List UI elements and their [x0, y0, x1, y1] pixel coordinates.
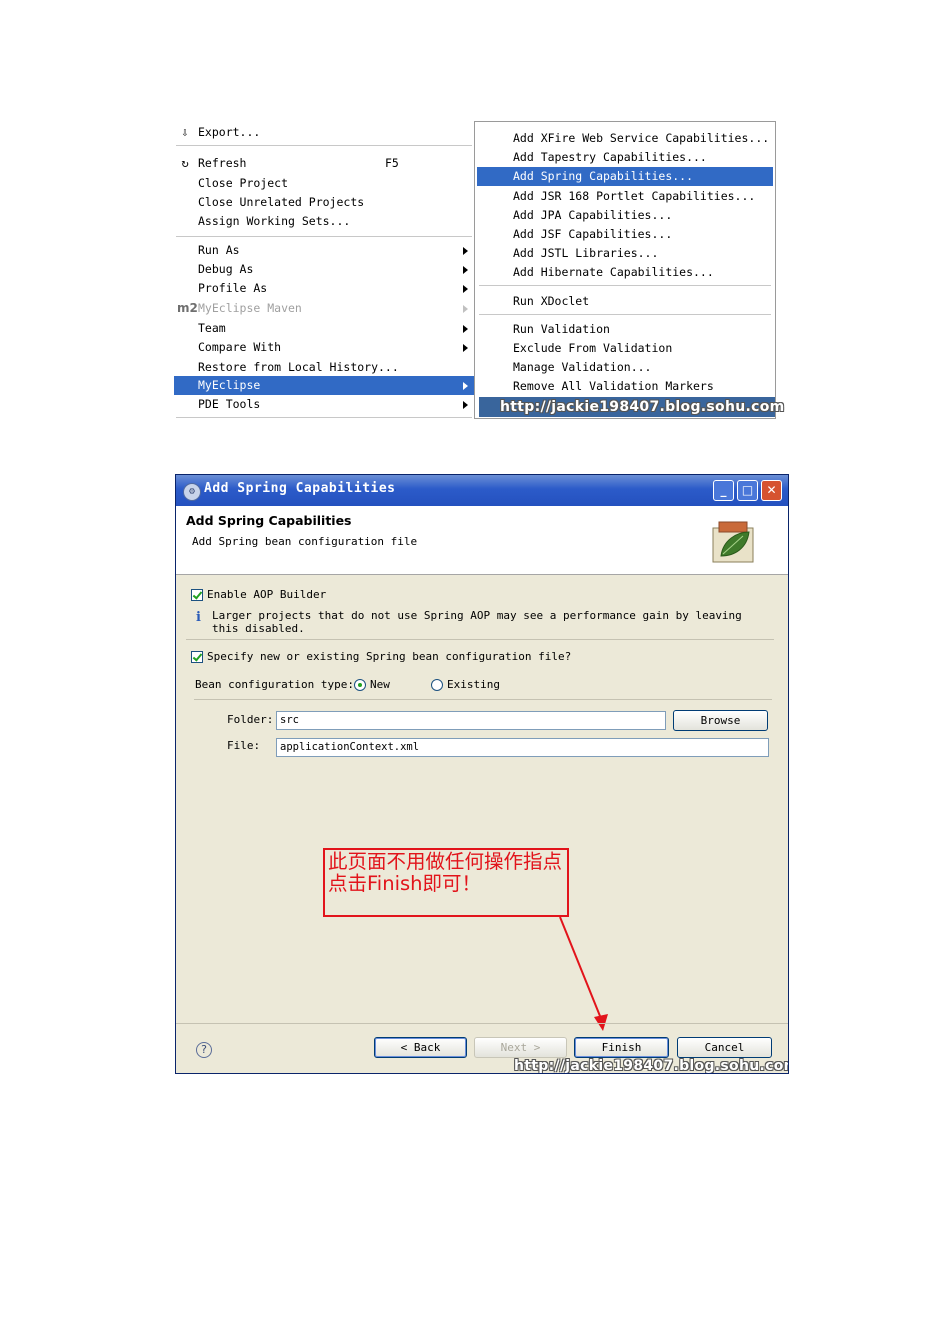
menu-item-debug-as[interactable]: Debug As: [174, 260, 474, 279]
myeclipse-submenu: Add XFire Web Service Capabilities... Ad…: [474, 121, 776, 419]
enable-aop-label: Enable AOP Builder: [207, 588, 327, 601]
menu-separator: [479, 314, 771, 315]
maven-icon: m2: [177, 301, 198, 315]
dialog-titlebar[interactable]: ⚙ Add Spring Capabilities _ □ ✕: [176, 475, 788, 506]
menu-item-close-project[interactable]: Close Project: [174, 174, 474, 193]
enable-aop-checkbox[interactable]: [191, 589, 203, 601]
menu-separator: [479, 285, 771, 286]
export-icon: ⇩: [181, 125, 189, 139]
menu-item-profile-as[interactable]: Profile As: [174, 279, 474, 298]
menu-separator: [176, 417, 472, 418]
specify-config-checkbox[interactable]: [191, 651, 203, 663]
add-spring-capabilities-dialog: ⚙ Add Spring Capabilities _ □ ✕ Add Spri…: [175, 474, 789, 1074]
context-menu-screenshot: ⇩ Export... ↻ Refresh F5 Close Project C…: [174, 121, 784, 421]
menu-item-restore-history[interactable]: Restore from Local History...: [174, 358, 474, 377]
watermark-text: http://jackie198407.blog.sohu.com: [500, 399, 785, 415]
submenu-item-add-jpa[interactable]: Add JPA Capabilities...: [477, 206, 773, 225]
submenu-item-add-spring[interactable]: Add Spring Capabilities...: [477, 167, 773, 186]
wizard-page-description: Add Spring bean configuration file: [192, 535, 418, 548]
annotation-callout: 此页面不用做任何操作指点点击Finish即可！: [323, 848, 569, 917]
submenu-arrow-icon: [463, 344, 468, 352]
radio-existing-label: Existing: [447, 678, 500, 691]
watermark-text: http://jackie198407.blog.sohu.com: [514, 1058, 789, 1074]
close-button[interactable]: ✕: [761, 480, 782, 501]
submenu-item-add-jsf[interactable]: Add JSF Capabilities...: [477, 225, 773, 244]
menu-item-compare-with[interactable]: Compare With: [174, 338, 474, 357]
submenu-arrow-icon: [463, 285, 468, 293]
button-bar-separator: [176, 1023, 788, 1024]
wizard-header: Add Spring Capabilities Add Spring bean …: [176, 506, 788, 575]
next-button[interactable]: Next >: [474, 1037, 567, 1058]
menu-item-close-unrelated[interactable]: Close Unrelated Projects: [174, 193, 474, 212]
help-icon[interactable]: ?: [196, 1042, 212, 1058]
submenu-arrow-icon: [463, 325, 468, 333]
menu-separator: [176, 145, 472, 146]
minimize-button[interactable]: _: [713, 480, 734, 501]
maximize-button[interactable]: □: [737, 480, 758, 501]
submenu-arrow-icon: [463, 401, 468, 409]
file-input[interactable]: applicationContext.xml: [276, 738, 769, 757]
submenu-item-exclude-validation[interactable]: Exclude From Validation: [477, 339, 773, 358]
radio-new-label: New: [370, 678, 390, 691]
menu-item-refresh[interactable]: ↻ Refresh F5: [174, 154, 474, 173]
browse-button[interactable]: Browse: [673, 710, 768, 731]
group-separator: [194, 699, 772, 700]
submenu-item-add-jstl[interactable]: Add JSTL Libraries...: [477, 244, 773, 263]
menu-item-export[interactable]: ⇩ Export...: [174, 123, 474, 142]
submenu-item-run-xdoclet[interactable]: Run XDoclet: [477, 292, 773, 311]
menu-item-pde-tools[interactable]: PDE Tools: [174, 395, 474, 414]
annotation-text: 此页面不用做任何操作指点点击Finish即可！: [328, 850, 563, 895]
submenu-item-add-tapestry[interactable]: Add Tapestry Capabilities...: [477, 148, 773, 167]
dialog-title: Add Spring Capabilities: [204, 481, 396, 496]
annotation-arrow: [559, 916, 608, 1031]
menu-item-run-as[interactable]: Run As: [174, 241, 474, 260]
submenu-item-add-xfire[interactable]: Add XFire Web Service Capabilities...: [477, 129, 773, 148]
folder-input[interactable]: src: [276, 711, 666, 730]
info-icon: i: [196, 610, 201, 625]
submenu-item-add-jsr168[interactable]: Add JSR 168 Portlet Capabilities...: [477, 187, 773, 206]
radio-existing[interactable]: [431, 679, 443, 691]
bean-type-label: Bean configuration type:: [195, 678, 354, 691]
refresh-icon: ↻: [181, 156, 189, 170]
radio-new[interactable]: [354, 679, 366, 691]
submenu-item-manage-validation[interactable]: Manage Validation...: [477, 358, 773, 377]
spring-banner-icon: [712, 521, 754, 563]
menu-separator: [176, 236, 472, 237]
back-button[interactable]: < Back: [374, 1037, 467, 1058]
folder-label: Folder:: [227, 713, 274, 726]
menu-item-assign-working-sets[interactable]: Assign Working Sets...: [174, 212, 474, 231]
menu-item-myeclipse[interactable]: MyEclipse: [174, 376, 474, 395]
submenu-arrow-icon: [463, 266, 468, 274]
aop-info-text: Larger projects that do not use Spring A…: [212, 609, 742, 635]
submenu-arrow-icon: [463, 382, 468, 390]
wizard-page-title: Add Spring Capabilities: [186, 513, 352, 528]
submenu-item-add-hibernate[interactable]: Add Hibernate Capabilities...: [477, 263, 773, 282]
finish-button[interactable]: Finish: [574, 1037, 669, 1058]
submenu-item-remove-markers[interactable]: Remove All Validation Markers: [477, 377, 773, 396]
cancel-button[interactable]: Cancel: [677, 1037, 772, 1058]
app-icon: ⚙: [183, 483, 201, 501]
project-context-menu: ⇩ Export... ↻ Refresh F5 Close Project C…: [174, 121, 475, 419]
submenu-arrow-icon: [463, 305, 468, 313]
submenu-arrow-icon: [463, 247, 468, 255]
menu-item-team[interactable]: Team: [174, 319, 474, 338]
file-label: File:: [227, 739, 261, 752]
submenu-item-run-validation[interactable]: Run Validation: [477, 320, 773, 339]
specify-config-label: Specify new or existing Spring bean conf…: [207, 650, 572, 663]
group-separator: [186, 639, 774, 640]
menu-item-myeclipse-maven[interactable]: m2 MyEclipse Maven: [174, 299, 474, 318]
